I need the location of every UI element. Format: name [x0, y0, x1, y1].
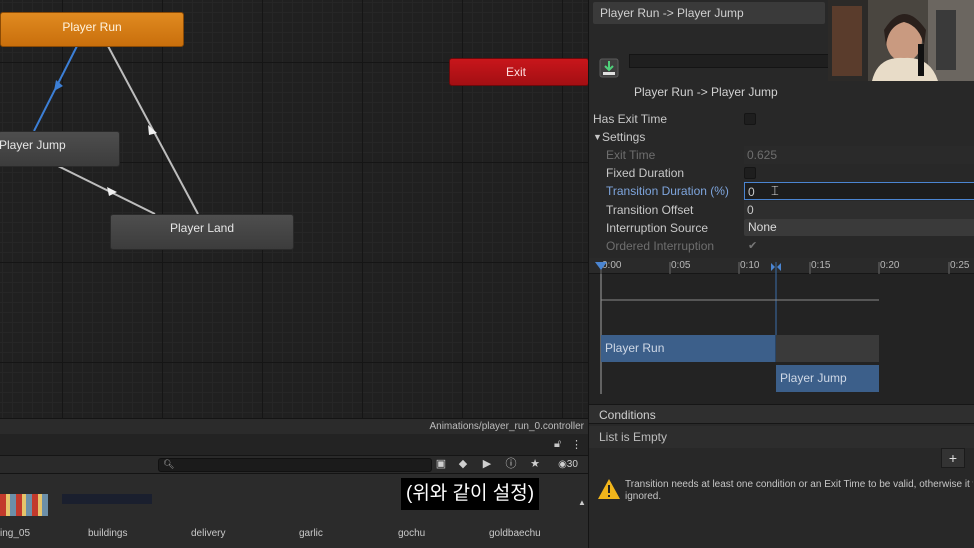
transition-offset-row: Transition Offset 0	[593, 201, 974, 219]
asset-thumbnail[interactable]	[62, 494, 152, 504]
transition-icon	[599, 58, 619, 78]
transition-duration-row: Transition Duration (%) 0 ⌶	[593, 182, 974, 200]
checkmark-icon[interactable]: ✔	[748, 237, 757, 255]
destination-state-bar[interactable]: Player Jump	[776, 365, 879, 392]
visibility-count[interactable]: ◉30	[551, 457, 585, 472]
transition-duration-label: Transition Duration (%)	[606, 184, 729, 198]
has-exit-time-label: Has Exit Time	[593, 112, 668, 126]
transition-timeline[interactable]: 0:00 0:05 0:10 0:15 0:20 0:25 Player Run	[589, 258, 974, 404]
state-player-jump[interactable]: Player Jump	[0, 131, 120, 167]
state-label: Player Land	[169, 221, 235, 235]
transition-offset-label: Transition Offset	[606, 203, 694, 217]
conditions-section: Conditions List is Empty + Transition ne…	[589, 404, 974, 548]
asset-thumbnail[interactable]	[0, 494, 48, 516]
exit-time-row: Exit Time 0.625	[593, 146, 974, 164]
warning-line: ignored.	[625, 491, 662, 502]
state-player-land[interactable]: Player Land	[110, 214, 294, 250]
has-exit-time-checkbox[interactable]	[744, 113, 756, 125]
favorite-icon[interactable]: ★	[527, 457, 543, 472]
animator-graph[interactable]: Player Run Player Jump Player Land Exit	[0, 0, 588, 418]
foldout-arrow-icon: ▼	[593, 132, 602, 142]
asset-label[interactable]: garlic	[299, 528, 323, 539]
search-icon: 🔍︎	[163, 459, 175, 469]
controller-path-bar: Animations/player_run_0.controller	[0, 418, 588, 434]
warning-icon	[598, 479, 620, 499]
conditions-header: Conditions	[589, 404, 974, 424]
warning-text: Transition needs at least one condition …	[625, 479, 973, 503]
state-label: Player Jump	[0, 138, 66, 152]
more-options-icon[interactable]: ⋮	[571, 438, 582, 451]
scene-filter-icon[interactable]: ▣	[433, 457, 449, 472]
state-label: Player Run	[62, 20, 122, 34]
interruption-source-row: Interruption Source None	[593, 219, 974, 237]
interruption-source-dropdown[interactable]: None	[744, 219, 974, 236]
webcam-image	[828, 0, 974, 81]
has-exit-time-row: Has Exit Time	[593, 110, 971, 128]
label-filter-icon[interactable]: ▶	[479, 457, 495, 472]
source-state-bar-tail	[776, 335, 879, 362]
project-toolbar: 🔍︎ ▣ ◆ ▶ ⓘ ★ ◉30	[0, 456, 588, 474]
settings-foldout[interactable]: ▼ Settings	[593, 128, 971, 146]
exit-time-field[interactable]: 0.625	[744, 146, 974, 164]
state-player-run[interactable]: Player Run	[0, 12, 184, 47]
asset-count: 30	[566, 459, 578, 470]
state-exit[interactable]: Exit	[449, 58, 588, 86]
warning-box: Transition needs at least one condition …	[597, 478, 973, 510]
transition-jump-to-land[interactable]	[57, 165, 156, 215]
state-label: Exit	[505, 65, 526, 79]
project-window-header: 🔓︎ ⋮	[0, 434, 588, 456]
exit-time-label: Exit Time	[606, 148, 656, 162]
transition-name: Player Run -> Player Jump	[634, 85, 778, 99]
text-cursor-icon: ⌶	[771, 183, 779, 198]
asset-label[interactable]: gochu	[398, 528, 425, 539]
webcam-overlay	[828, 0, 974, 81]
add-condition-button[interactable]: +	[941, 448, 965, 468]
lock-icon[interactable]: 🔓︎	[554, 438, 561, 451]
source-state-bar[interactable]: Player Run	[601, 335, 776, 362]
playhead-marker-icon[interactable]	[595, 262, 607, 270]
ordered-interruption-label: Ordered Interruption	[606, 239, 715, 253]
controller-path: Animations/player_run_0.controller	[429, 421, 584, 432]
import-log-icon[interactable]: ⓘ	[503, 457, 519, 472]
asset-label[interactable]: buildings	[88, 528, 127, 539]
asset-label[interactable]: goldbaechu	[489, 528, 541, 539]
interruption-source-label: Interruption Source	[606, 221, 709, 235]
conditions-empty-text: List is Empty	[589, 426, 974, 448]
type-filter-icon[interactable]: ◆	[455, 457, 471, 472]
ordered-interruption-row: Ordered Interruption ✔	[593, 237, 971, 255]
scroll-up-icon[interactable]: ▲	[578, 498, 586, 507]
asset-label[interactable]: delivery	[191, 528, 225, 539]
settings-label: Settings	[602, 130, 646, 144]
inspector-panel: Player Run -> Player Jump Player Run -> …	[588, 0, 974, 548]
transition-offset-field[interactable]: 0	[744, 201, 974, 219]
fixed-duration-label: Fixed Duration	[606, 166, 685, 180]
inspector-title: Player Run -> Player Jump	[593, 2, 825, 24]
fixed-duration-row: Fixed Duration	[593, 164, 971, 182]
eye-icon: ◉	[558, 459, 567, 470]
video-subtitle: (위와 같이 설정)	[401, 478, 540, 510]
fixed-duration-checkbox[interactable]	[744, 167, 756, 179]
warning-line: Transition needs at least one condition …	[625, 479, 973, 490]
project-search-input[interactable]: 🔍︎	[158, 458, 432, 472]
asset-label[interactable]: ing_05	[0, 528, 30, 539]
